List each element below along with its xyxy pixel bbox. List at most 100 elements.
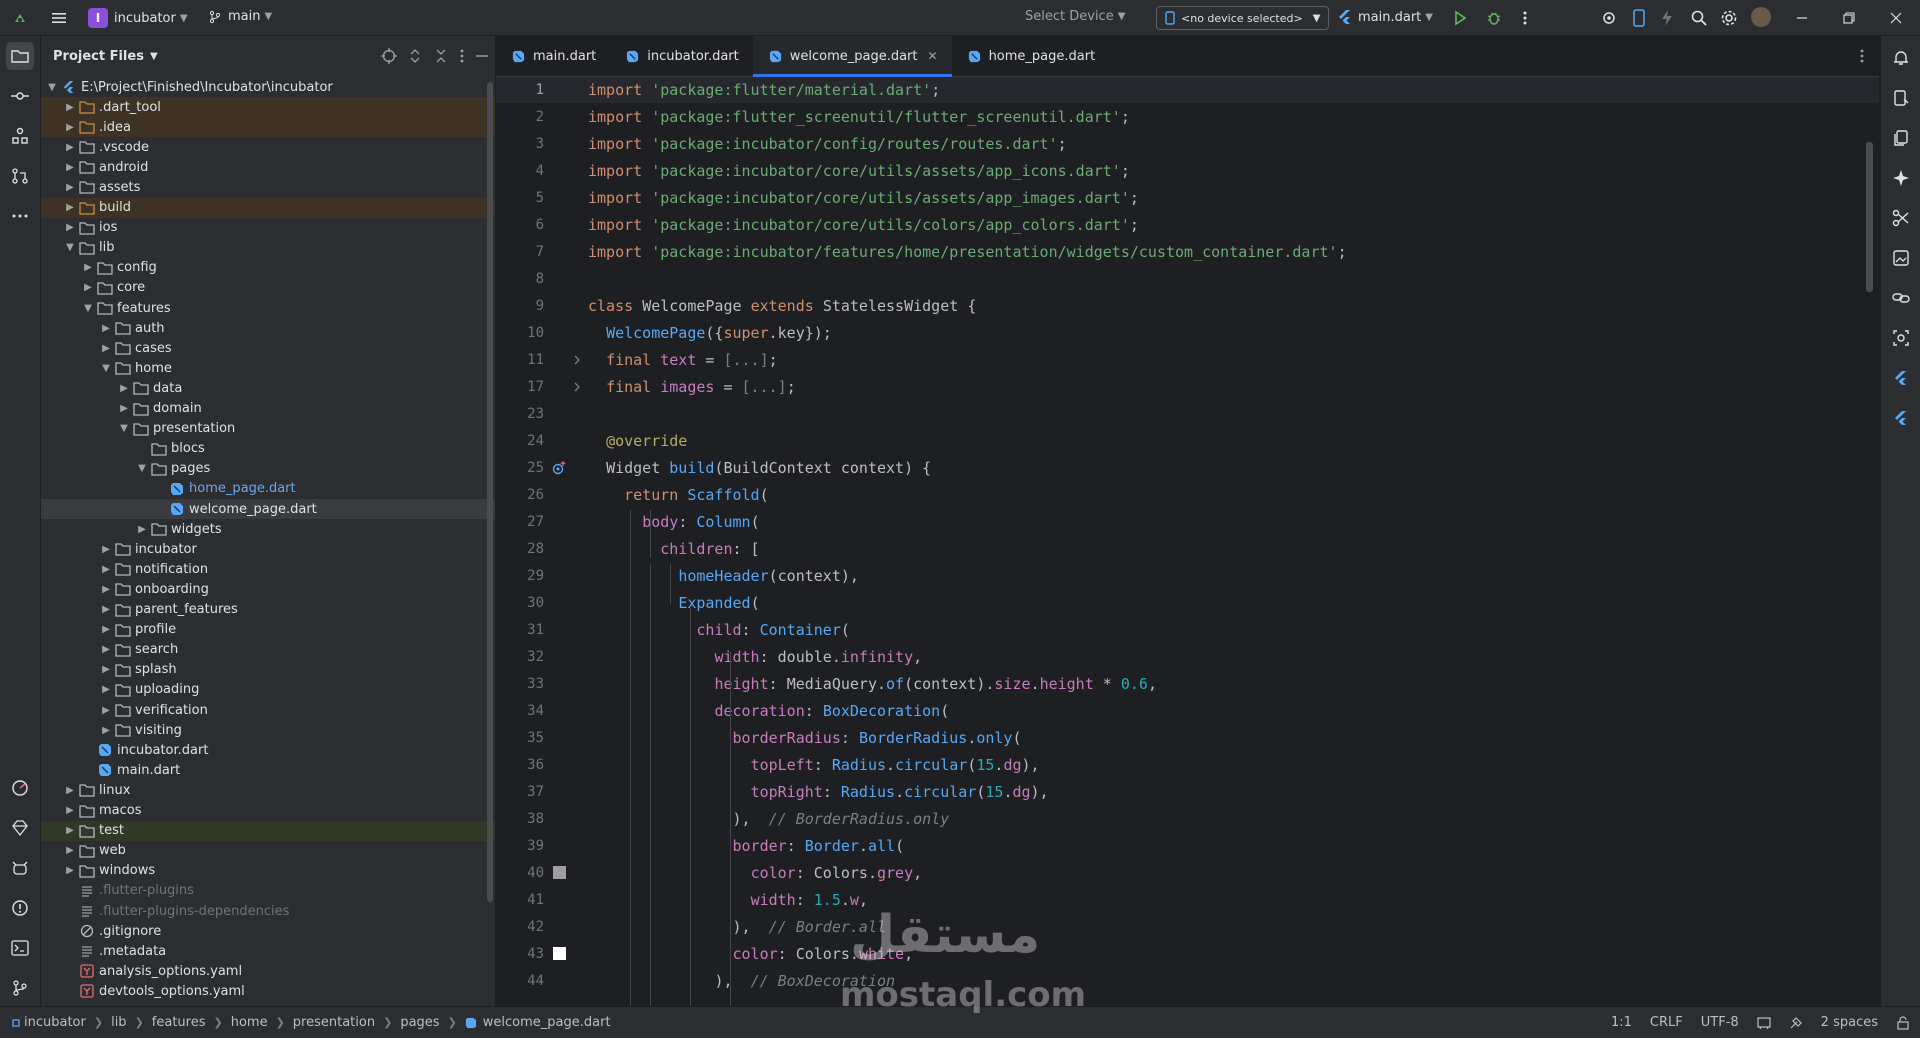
close-tab-icon[interactable]: ✕ [928, 49, 938, 63]
tree-file[interactable]: incubator.dart [41, 740, 495, 760]
main-menu-icon[interactable] [50, 9, 68, 27]
code-line[interactable]: 43 color: Colors.white, [496, 940, 1879, 967]
tree-folder[interactable]: ▶ widgets [41, 519, 495, 539]
code-line[interactable]: 1 import 'package:flutter/material.dart'; [496, 77, 1879, 103]
code-line[interactable]: 42 ), // Border.all [496, 913, 1879, 940]
read-only-toggle-icon[interactable] [1757, 1016, 1771, 1030]
code-line[interactable]: 23 [496, 400, 1879, 427]
tree-folder[interactable]: ▶ verification [41, 700, 495, 720]
code-line[interactable]: 31 child: Container( [496, 616, 1879, 643]
tree-file[interactable]: welcome_page.dart [41, 499, 495, 519]
tree-file[interactable]: .metadata [41, 941, 495, 961]
breadcrumb-item[interactable]: pages [400, 1015, 439, 1030]
chevron-right-icon[interactable]: ▶ [99, 343, 113, 354]
tree-file[interactable]: home_page.dart [41, 479, 495, 499]
expand-all-icon[interactable] [407, 48, 423, 64]
breadcrumb-item[interactable]: incubator [12, 1015, 86, 1030]
code-line[interactable]: 28 children: [ [496, 535, 1879, 562]
chevron-right-icon[interactable]: ▶ [99, 564, 113, 575]
code-line[interactable]: 26 return Scaffold( [496, 481, 1879, 508]
chevron-down-icon[interactable]: ▼ [99, 363, 113, 374]
tree-folder[interactable]: ▶ search [41, 640, 495, 660]
chevron-down-icon[interactable]: ▼ [117, 423, 131, 434]
code-line[interactable]: 2 import 'package:flutter_screenutil/flut… [496, 103, 1879, 130]
hot-reload-icon[interactable] [1660, 9, 1674, 27]
code-editor[interactable]: 1 import 'package:flutter/material.dart';… [496, 77, 1879, 1006]
problems-tool-button[interactable] [6, 894, 34, 922]
tree-folder[interactable]: ▶ onboarding [41, 579, 495, 599]
color-swatch-white[interactable] [552, 947, 566, 961]
tree-folder[interactable]: ▶ uploading [41, 680, 495, 700]
override-marker-icon[interactable] [552, 460, 566, 475]
chevron-right-icon[interactable]: ▶ [99, 604, 113, 615]
code-line[interactable]: 36 topLeft: Radius.circular(15.dg), [496, 751, 1879, 778]
tree-folder[interactable]: ▶ ios [41, 218, 495, 238]
editor-tab[interactable]: main.dart [496, 36, 610, 76]
tree-folder[interactable]: ▼ presentation [41, 419, 495, 439]
chevron-down-icon[interactable]: ▼ [135, 463, 149, 474]
locate-file-icon[interactable] [381, 48, 397, 64]
chevron-down-icon[interactable]: ▼ [63, 242, 77, 253]
fold-expand-icon[interactable] [570, 353, 584, 367]
code-line[interactable]: 7 import 'package:incubator/features/home… [496, 238, 1879, 265]
structure-tool-button[interactable] [6, 122, 34, 150]
code-line[interactable]: 9 class WelcomePage extends StatelessWidg… [496, 292, 1879, 319]
run-config-selector[interactable]: main.dart ▼ [1338, 9, 1433, 25]
chevron-right-icon[interactable]: ▶ [63, 785, 77, 796]
tree-folder[interactable]: ▶ linux [41, 780, 495, 800]
code-line[interactable]: 10 WelcomePage({super.key}); [496, 319, 1879, 346]
ai-assistant-button[interactable] [1889, 166, 1913, 190]
code-line[interactable]: 27 body: Column( [496, 508, 1879, 535]
project-switcher[interactable]: I incubator ▼ [88, 8, 188, 28]
tree-folder[interactable]: ▼ features [41, 298, 495, 318]
tree-folder[interactable]: ▶ parent_features [41, 600, 495, 620]
more-tools-button[interactable] [6, 202, 34, 230]
fold-expand-icon[interactable] [570, 380, 584, 394]
chevron-right-icon[interactable]: ▶ [63, 805, 77, 816]
color-swatch-grey[interactable] [552, 866, 566, 880]
code-line[interactable]: 35 borderRadius: BorderRadius.only( [496, 724, 1879, 751]
chevron-right-icon[interactable]: ▶ [63, 865, 77, 876]
tree-folder[interactable]: ▶ .vscode [41, 137, 495, 157]
chevron-right-icon[interactable]: ▶ [99, 705, 113, 716]
user-avatar[interactable] [1751, 7, 1771, 27]
tree-folder[interactable]: ▶ macos [41, 801, 495, 821]
breadcrumb-item[interactable]: lib [111, 1015, 126, 1030]
branch-switcher[interactable]: main ▼ [208, 9, 272, 24]
chevron-down-icon[interactable]: ▼ [81, 303, 95, 314]
chevron-right-icon[interactable]: ▶ [63, 142, 77, 153]
caret-position[interactable]: 1:1 [1611, 1015, 1632, 1030]
tree-file[interactable]: main.dart [41, 760, 495, 780]
chevron-right-icon[interactable]: ▶ [99, 725, 113, 736]
tree-folder[interactable]: ▶ core [41, 278, 495, 298]
chevron-right-icon[interactable]: ▶ [117, 403, 131, 414]
breadcrumb-item[interactable]: features [152, 1015, 206, 1030]
close-window-icon[interactable] [1890, 12, 1902, 24]
chevron-right-icon[interactable]: ▶ [63, 102, 77, 113]
code-style-icon[interactable] [1789, 1016, 1803, 1030]
tree-folder[interactable]: ▶ notification [41, 559, 495, 579]
chevron-right-icon[interactable]: ▶ [81, 262, 95, 273]
code-line[interactable]: 40 color: Colors.grey, [496, 859, 1879, 886]
pull-requests-tool-button[interactable] [6, 162, 34, 190]
code-line[interactable]: 5 import 'package:incubator/core/utils/as… [496, 184, 1879, 211]
tree-folder[interactable]: ▶ domain [41, 399, 495, 419]
device-dropdown[interactable]: <no device selected> ▼ [1156, 6, 1330, 30]
chevron-right-icon[interactable]: ▶ [135, 524, 149, 535]
more-actions-icon[interactable] [1522, 10, 1528, 26]
code-line[interactable]: 29 homeHeader(context), [496, 562, 1879, 589]
chevron-right-icon[interactable]: ▶ [99, 624, 113, 635]
tree-folder[interactable]: ▶ cases [41, 338, 495, 358]
device-manager-button[interactable] [1889, 86, 1913, 110]
select-device-label[interactable]: Select Device ▼ [1025, 9, 1125, 24]
version-control-tool-button[interactable] [6, 974, 34, 1002]
tree-folder[interactable]: ▶ build [41, 197, 495, 218]
code-line[interactable]: 34 decoration: BoxDecoration( [496, 697, 1879, 724]
code-line[interactable]: 32 width: double.infinity, [496, 643, 1879, 670]
tree-root[interactable]: ▼ E:\Project\Finished\Incubator\incubato… [41, 77, 495, 97]
tree-folder[interactable]: ▶ windows [41, 861, 495, 881]
code-line[interactable]: 24 @override [496, 427, 1879, 454]
code-line[interactable]: 6 import 'package:incubator/core/utils/co… [496, 211, 1879, 238]
tree-folder[interactable]: ▼ home [41, 358, 495, 378]
tree-folder[interactable]: ▶ auth [41, 318, 495, 338]
